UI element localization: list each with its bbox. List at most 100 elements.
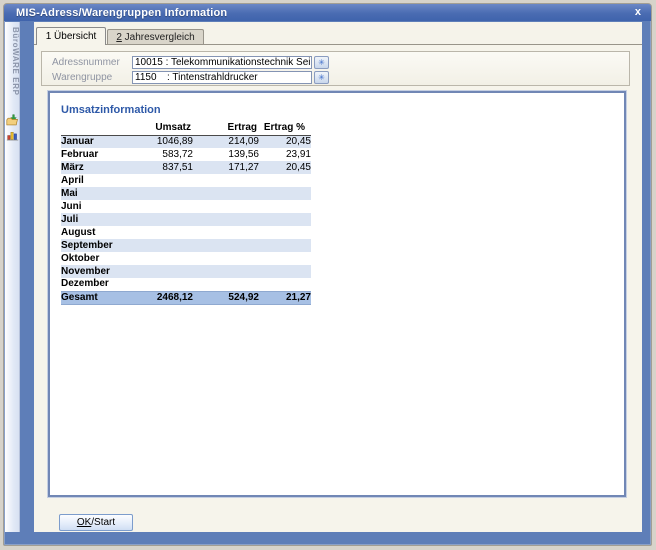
tab-jahresvergleich[interactable]: 2 Jahresvergleich xyxy=(107,29,204,45)
table-row: Oktober xyxy=(61,252,311,265)
month-cell: März xyxy=(61,161,123,174)
month-cell: Dezember xyxy=(61,278,123,291)
ok-start-accel: OK xyxy=(77,517,91,528)
adressnummer-lookup-button[interactable]: ✳ xyxy=(314,56,329,69)
table-row: Juli xyxy=(61,213,311,226)
warengruppe-field[interactable]: 1150: Tintenstrahldrucker xyxy=(132,71,312,84)
umsatz-cell xyxy=(123,252,193,265)
warengruppe-desc: : Tintenstrahldrucker xyxy=(167,72,258,83)
umsatz-cell xyxy=(123,174,193,187)
folder-open-icon[interactable] xyxy=(6,114,19,127)
month-cell: April xyxy=(61,174,123,187)
ok-start-rest: /Start xyxy=(91,517,115,528)
month-cell: September xyxy=(61,239,123,252)
warengruppe-code: 1150 xyxy=(135,72,167,83)
umsatz-column-header: Umsatz xyxy=(123,121,193,135)
info-panel: Umsatzinformation Umsatz Ertrag Ertrag % xyxy=(48,91,626,497)
ertrag-pct-cell: 23,91 xyxy=(259,148,311,161)
table-row: März 837,51 171,27 20,45 xyxy=(61,161,311,174)
table-row: April xyxy=(61,174,311,187)
ertrag-cell: 139,56 xyxy=(193,148,259,161)
adressnummer-field[interactable]: 10015 : Telekommunikationstechnik Seip /… xyxy=(132,56,312,69)
month-cell: Juli xyxy=(61,213,123,226)
total-ertrag-pct-cell: 21,27 xyxy=(259,291,311,304)
ertrag-pct-cell: 20,45 xyxy=(259,161,311,174)
screen: MIS-Adress/Warengruppen Information x Bü… xyxy=(0,0,656,550)
form-panel: Adressnummer 10015 : Telekommunikationst… xyxy=(41,51,630,86)
table-row: Februar 583,72 139,56 23,91 xyxy=(61,148,311,161)
ertrag-cell xyxy=(193,174,259,187)
umsatz-cell xyxy=(123,278,193,291)
umsatz-cell xyxy=(123,226,193,239)
lookup-asterisk-icon: ✳ xyxy=(318,73,325,82)
warengruppe-lookup-button[interactable]: ✳ xyxy=(314,71,329,84)
tab-uebersicht[interactable]: 1 Übersicht xyxy=(36,27,106,45)
ertrag-cell xyxy=(193,278,259,291)
umsatz-cell: 583,72 xyxy=(123,148,193,161)
ertrag-cell xyxy=(193,252,259,265)
table-header-row: Umsatz Ertrag Ertrag % xyxy=(61,121,311,135)
total-ertrag-cell: 524,92 xyxy=(193,291,259,304)
ertrag-pct-cell xyxy=(259,226,311,239)
ertrag-cell: 171,27 xyxy=(193,161,259,174)
ertrag-cell xyxy=(193,239,259,252)
ertrag-cell: 214,09 xyxy=(193,135,259,148)
ertrag-cell xyxy=(193,213,259,226)
ertrag-cell xyxy=(193,265,259,278)
tab-uebersicht-label: 1 Übersicht xyxy=(46,31,97,42)
total-row: Gesamt 2468,12 524,92 21,27 xyxy=(61,291,311,304)
bar-chart-icon[interactable] xyxy=(6,129,19,142)
adressnummer-row: Adressnummer 10015 : Telekommunikationst… xyxy=(42,56,629,69)
table-row: Juni xyxy=(61,200,311,213)
umsatz-cell xyxy=(123,187,193,200)
month-cell: Februar xyxy=(61,148,123,161)
adressnummer-label: Adressnummer xyxy=(52,57,120,68)
ertrag-pct-cell xyxy=(259,213,311,226)
sidebar-toolbar xyxy=(5,114,20,142)
client-area: 1 Übersicht 2 Jahresvergleich Adressnumm… xyxy=(34,22,642,532)
table-title: Umsatzinformation xyxy=(61,104,161,116)
ertrag-pct-cell xyxy=(259,278,311,291)
dialog-window: MIS-Adress/Warengruppen Information x Bü… xyxy=(3,3,652,546)
ertrag-pct-cell xyxy=(259,174,311,187)
brand-text: BüroWARE ERP xyxy=(5,25,20,117)
table-row: Dezember xyxy=(61,278,311,291)
ertrag-pct-cell xyxy=(259,239,311,252)
ertrag-pct-cell xyxy=(259,200,311,213)
brand-sidebar: BüroWARE ERP xyxy=(5,22,20,532)
umsatz-cell: 837,51 xyxy=(123,161,193,174)
umsatz-cell xyxy=(123,265,193,278)
ertrag-cell xyxy=(193,187,259,200)
umsatz-table: Umsatz Ertrag Ertrag % Januar 1046,89 21… xyxy=(61,121,311,305)
table-row: Mai xyxy=(61,187,311,200)
ertrag-pct-cell xyxy=(259,187,311,200)
tab-page-uebersicht: Adressnummer 10015 : Telekommunikationst… xyxy=(34,44,642,532)
month-cell: Mai xyxy=(61,187,123,200)
ertrag-pct-cell: 20,45 xyxy=(259,135,311,148)
ertrag-cell xyxy=(193,200,259,213)
lookup-asterisk-icon: ✳ xyxy=(318,58,325,67)
umsatz-cell xyxy=(123,200,193,213)
title-bar: MIS-Adress/Warengruppen Information x xyxy=(4,4,651,21)
month-cell: Januar xyxy=(61,135,123,148)
warengruppe-row: Warengruppe 1150: Tintenstrahldrucker ✳ xyxy=(42,71,629,84)
ertrag-pct-cell xyxy=(259,265,311,278)
total-label-cell: Gesamt xyxy=(61,291,123,304)
ertrag-pct-column-header: Ertrag % xyxy=(259,121,311,135)
umsatz-cell xyxy=(123,213,193,226)
close-icon[interactable]: x xyxy=(635,5,641,20)
table-row: September xyxy=(61,239,311,252)
ok-start-button[interactable]: OK/Start xyxy=(59,514,133,531)
month-cell: Oktober xyxy=(61,252,123,265)
table-row: November xyxy=(61,265,311,278)
month-cell: August xyxy=(61,226,123,239)
total-umsatz-cell: 2468,12 xyxy=(123,291,193,304)
month-column-header xyxy=(61,121,123,135)
ertrag-pct-cell xyxy=(259,252,311,265)
table-row: Januar 1046,89 214,09 20,45 xyxy=(61,135,311,148)
table-row: August xyxy=(61,226,311,239)
adressnummer-value: 10015 : Telekommunikationstechnik Seip /… xyxy=(135,57,312,68)
ertrag-column-header: Ertrag xyxy=(193,121,259,135)
month-cell: Juni xyxy=(61,200,123,213)
ertrag-cell xyxy=(193,226,259,239)
